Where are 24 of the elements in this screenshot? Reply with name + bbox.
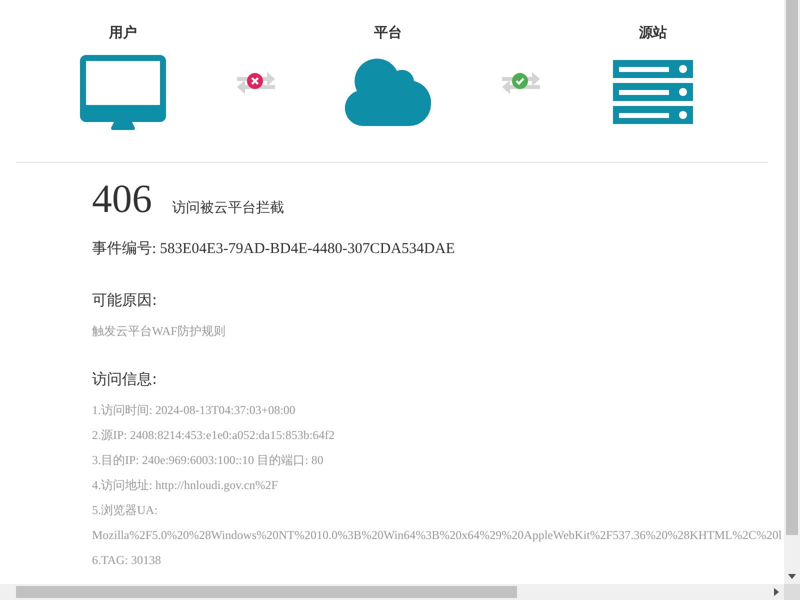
server-icon — [613, 60, 693, 124]
access-info-heading: 访问信息: — [92, 370, 158, 390]
access-info-line: Mozilla%2F5.0%20%28Windows%20NT%2010.0%3B%20Win64%3B%20x64%29%20AppleWebKit%2F537.36%20%28KHTML%2C%20l — [92, 527, 783, 544]
access-info-line: 6.TAG: 30138 — [92, 552, 162, 569]
cloud-icon — [345, 58, 431, 126]
access-info-line: 4.访问地址: http://hnloudi.gov.cn%2F — [92, 477, 279, 494]
error-code: 406 — [92, 179, 152, 219]
scrollbar-thumb[interactable] — [786, 0, 798, 535]
scrollbar-thumb[interactable] — [16, 586, 517, 598]
access-info-line: 3.目的IP: 240e:969:6003:100::10 目的端口: 80 — [92, 452, 324, 469]
event-id: 事件编号: 583E04E3-79AD-BD4E-4480-307CDA534DAE — [92, 240, 456, 259]
access-info-line: 5.浏览器UA: — [92, 502, 159, 519]
node-label: 用户 — [109, 24, 137, 43]
access-info-line: 1.访问时间: 2024-08-13T04:37:03+08:00 — [92, 402, 296, 419]
scroll-down-icon[interactable] — [788, 574, 796, 578]
access-info-line: 2.源IP: 2408:8214:453:e1e0:a052:da15:853b:64f2 — [92, 427, 336, 444]
reason-text: 触发云平台WAF防护规则 — [92, 323, 226, 340]
reason-heading: 可能原因: — [92, 291, 158, 311]
scrollbar-corner — [784, 584, 800, 600]
error-message: 访问被云平台拦截 — [172, 199, 284, 218]
scroll-right-icon[interactable] — [774, 588, 778, 596]
node-label: 源站 — [639, 24, 667, 43]
monitor-icon — [80, 54, 166, 130]
node-label: 平台 — [374, 24, 402, 43]
